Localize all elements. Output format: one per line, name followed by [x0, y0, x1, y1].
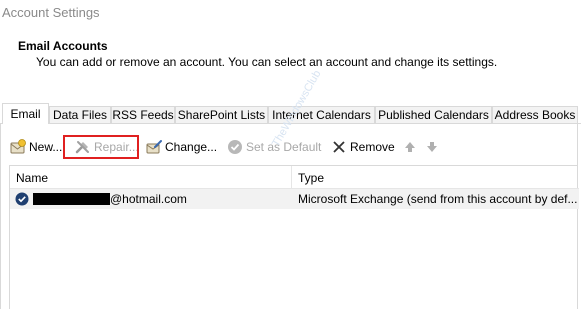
check-circle-icon: [227, 139, 243, 155]
tab-email[interactable]: Email: [2, 103, 49, 124]
tab-address-books[interactable]: Address Books: [492, 106, 578, 123]
title-bar: Account Settings: [0, 0, 581, 28]
column-divider[interactable]: [291, 166, 292, 188]
new-button-label: New...: [29, 140, 63, 154]
table-row[interactable]: @hotmail.com Microsoft Exchange (send fr…: [10, 189, 579, 209]
tab-rss-feeds[interactable]: RSS Feeds: [111, 106, 175, 123]
repair-highlight-box: [63, 135, 139, 159]
move-up-button[interactable]: [402, 136, 421, 158]
tab-sharepoint-lists[interactable]: SharePoint Lists: [175, 106, 268, 123]
window-title: Account Settings: [2, 5, 100, 20]
change-button[interactable]: Change...: [146, 136, 217, 158]
redacted-username: [33, 193, 110, 205]
close-icon: [331, 139, 347, 155]
column-header-name[interactable]: Name: [16, 171, 48, 185]
remove-button[interactable]: Remove: [331, 136, 395, 158]
list-header: Name Type: [10, 166, 579, 189]
arrow-up-icon: [402, 139, 418, 155]
column-header-type[interactable]: Type: [298, 171, 324, 185]
new-account-icon: [10, 139, 26, 155]
change-account-icon: [146, 139, 162, 155]
accounts-list: Name Type @hotmail.com Microsoft Exchang…: [9, 165, 579, 309]
tab-data-files[interactable]: Data Files: [49, 106, 111, 123]
arrow-down-icon: [424, 139, 440, 155]
section-title: Email Accounts: [18, 39, 108, 53]
account-type: Microsoft Exchange (send from this accou…: [298, 192, 578, 206]
default-account-check-icon: [15, 192, 29, 206]
new-button[interactable]: New...: [10, 136, 62, 158]
remove-button-label: Remove: [350, 140, 395, 154]
move-down-button[interactable]: [424, 136, 443, 158]
section-description: You can add or remove an account. You ca…: [36, 55, 498, 69]
account-email: @hotmail.com: [110, 192, 187, 206]
tab-published-calendars[interactable]: Published Calendars: [375, 106, 492, 123]
header: Email Accounts You can add or remove an …: [0, 28, 581, 92]
change-button-label: Change...: [165, 140, 218, 154]
